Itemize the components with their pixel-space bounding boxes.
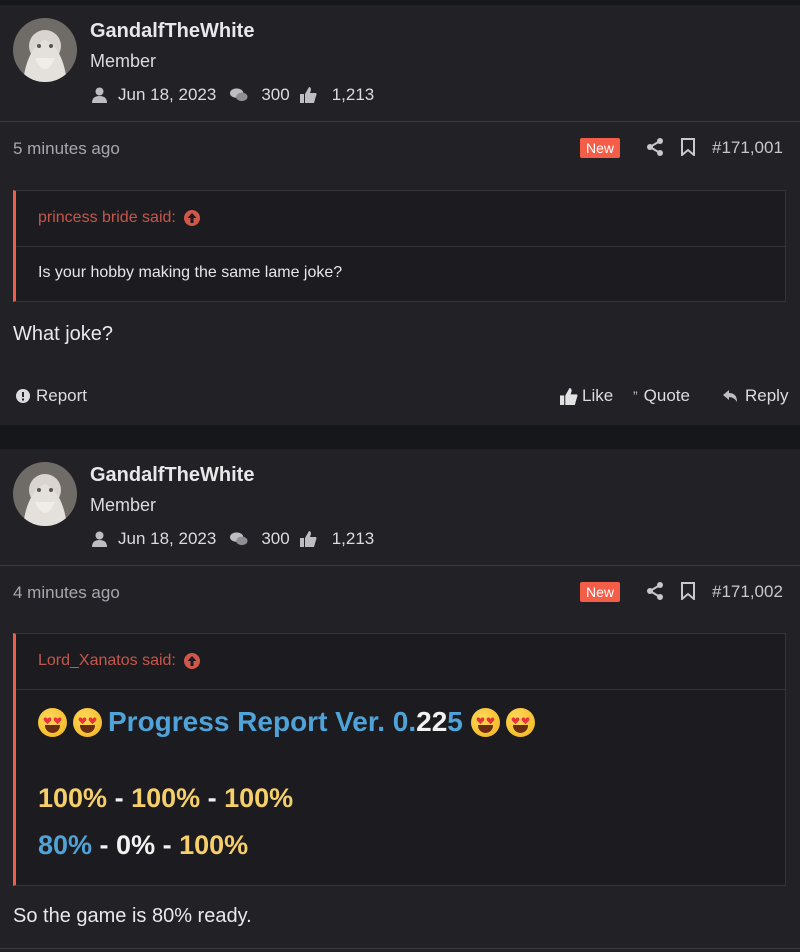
thumbs-up-icon: [560, 387, 578, 405]
separator: -: [200, 783, 225, 813]
avatar[interactable]: [13, 462, 77, 526]
progress-line-2: 80% - 0% - 100%: [38, 830, 248, 861]
title-text-b: 22: [416, 706, 448, 737]
reply-label: Reply: [745, 386, 789, 405]
progress-report-title: Progress Report Ver. 0. 22 5: [38, 706, 541, 738]
heart-eyes-emoji: [38, 707, 67, 737]
post-number[interactable]: #171,002: [712, 582, 783, 602]
post-actions: Report Like ” Quote Reply: [13, 386, 788, 410]
separator: -: [155, 830, 180, 860]
quote-block: Lord_Xanatos said: Progress Report Ver. …: [13, 633, 786, 886]
heart-eyes-emoji: [73, 707, 102, 737]
progress-value: 100%: [224, 783, 294, 813]
post-body: So the game is 80% ready.: [13, 905, 252, 927]
quote-author[interactable]: Lord_Xanatos said:: [38, 652, 200, 670]
heart-eyes-emoji: [505, 707, 535, 737]
new-badge: New: [580, 582, 621, 602]
separator: -: [107, 783, 132, 813]
quote-button[interactable]: ” Quote: [633, 386, 690, 406]
user-role: Member: [90, 51, 157, 71]
report-label: Report: [36, 386, 88, 405]
quote-label: Quote: [643, 386, 690, 405]
reply-icon: [723, 390, 737, 402]
quote-block: princess bride said: Is your hobby makin…: [13, 190, 786, 302]
message-count: 300: [261, 529, 290, 548]
share-icon[interactable]: [646, 582, 664, 600]
bookmark-icon[interactable]: [680, 138, 696, 158]
post-separator: [0, 425, 800, 449]
user-icon: [90, 530, 108, 548]
arrow-up-circle-icon[interactable]: [183, 210, 200, 226]
report-button[interactable]: Report: [16, 386, 87, 406]
quote-marks-icon: ”: [633, 388, 638, 404]
user-role: Member: [90, 495, 157, 515]
quote-header: princess bride said:: [16, 191, 785, 247]
quote-author-label: Lord_Xanatos said:: [38, 652, 176, 669]
progress-line-1: 100% - 100% - 100%: [38, 783, 293, 814]
post-body: What joke?: [13, 323, 114, 345]
title-text-c: 5: [447, 706, 463, 737]
post-171002: GandalfTheWhite Member Jun 18, 2023 300 …: [0, 449, 800, 952]
avatar[interactable]: [13, 18, 77, 82]
joined-date: Jun 18, 2023: [118, 85, 217, 104]
bookmark-icon[interactable]: [680, 582, 696, 602]
progress-value: 100%: [131, 783, 201, 813]
username[interactable]: GandalfTheWhite: [90, 20, 254, 43]
title-text-a: Progress Report Ver. 0.: [108, 706, 417, 737]
joined-date: Jun 18, 2023: [118, 529, 217, 548]
reply-button[interactable]: Reply: [723, 386, 788, 406]
heart-eyes-emoji: [470, 707, 500, 737]
user-icon: [90, 86, 108, 104]
post-171001: GandalfTheWhite Member Jun 18, 2023 300 …: [0, 5, 800, 425]
quote-author[interactable]: princess bride said:: [38, 209, 200, 227]
reaction-count: 1,213: [331, 529, 375, 548]
thumbs-up-icon: [300, 530, 318, 548]
progress-value: 100%: [38, 783, 108, 813]
message-count: 300: [261, 85, 290, 104]
username[interactable]: GandalfTheWhite: [90, 464, 254, 487]
divider: [0, 948, 800, 949]
share-icon[interactable]: [646, 138, 664, 156]
reaction-count: 1,213: [331, 85, 375, 104]
separator: -: [92, 830, 117, 860]
alert-circle-icon: [16, 389, 30, 403]
post-time[interactable]: 4 minutes ago: [13, 583, 120, 603]
quote-author-label: princess bride said:: [38, 209, 176, 226]
divider: [0, 121, 800, 122]
post-time[interactable]: 5 minutes ago: [13, 139, 120, 159]
like-button[interactable]: Like: [560, 386, 613, 406]
quote-header: Lord_Xanatos said:: [16, 634, 785, 690]
comments-icon: [230, 86, 248, 104]
progress-value: 0%: [116, 830, 156, 860]
user-stats: Jun 18, 2023 300 1,213: [90, 85, 374, 105]
like-label: Like: [582, 386, 614, 405]
new-badge: New: [580, 138, 621, 158]
divider: [0, 565, 800, 566]
quote-text: Is your hobby making the same lame joke?: [38, 264, 343, 281]
thumbs-up-icon: [300, 86, 318, 104]
progress-value: 100%: [179, 830, 249, 860]
post-number[interactable]: #171,001: [712, 138, 783, 158]
comments-icon: [230, 530, 248, 548]
user-stats: Jun 18, 2023 300 1,213: [90, 529, 374, 549]
progress-value: 80%: [38, 830, 93, 860]
arrow-up-circle-icon[interactable]: [183, 653, 200, 669]
